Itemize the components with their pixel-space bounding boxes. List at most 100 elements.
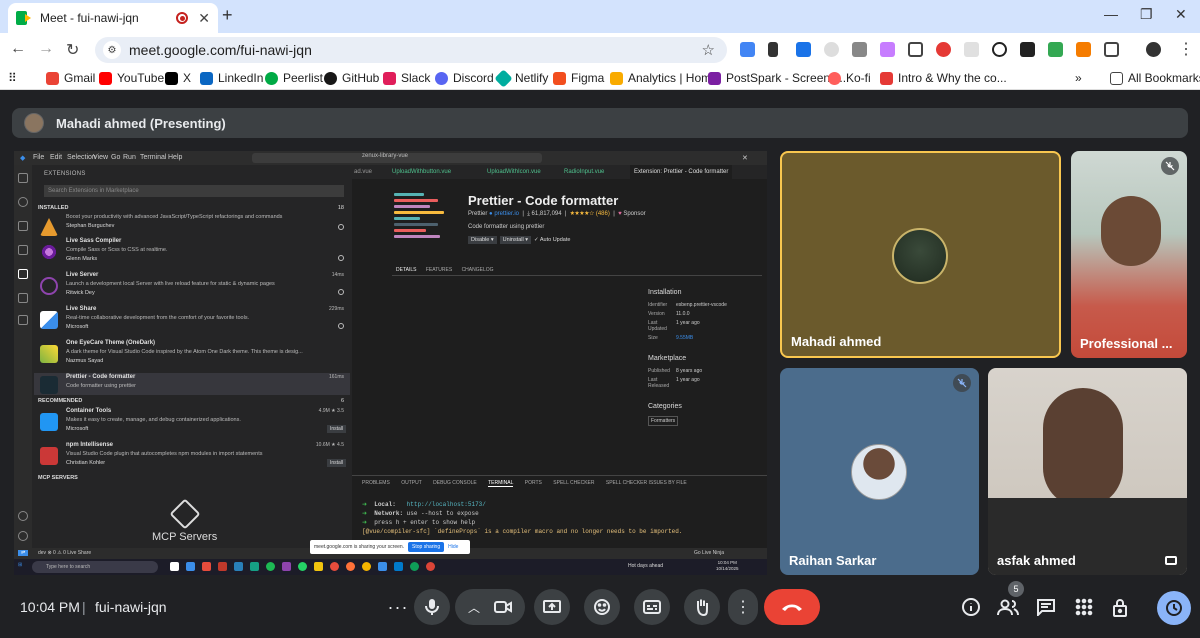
meet-favicon-icon [16, 11, 32, 25]
bookmark-peerlist[interactable]: Peerlist [265, 71, 323, 85]
window-close-button[interactable]: ✕ [1175, 6, 1187, 23]
info-icon [962, 598, 980, 616]
account-icon [18, 511, 28, 521]
participant-tile[interactable]: Professional ... [1071, 151, 1187, 358]
participant-tile[interactable]: Raihan Sarkar [780, 368, 979, 575]
restore-button[interactable]: ❐ [1140, 6, 1153, 23]
raise-hand-button[interactable] [684, 589, 720, 625]
explorer-icon [18, 173, 28, 183]
profile-avatar-icon[interactable] [1146, 42, 1161, 57]
browser-tab[interactable]: Meet - fui-nawi-jqn ✕ [8, 3, 218, 33]
record-extension-icon[interactable] [936, 42, 951, 57]
camera-button[interactable]: ︿ [455, 589, 525, 625]
figma-icon [553, 71, 566, 85]
eyedropper-extension-icon[interactable] [768, 42, 778, 57]
meeting-timer-button[interactable] [1157, 591, 1191, 625]
capture-extension-icon[interactable] [908, 42, 923, 57]
participant-name: asfak ahmed [997, 553, 1076, 568]
more-options-button[interactable]: ⋮ [728, 589, 758, 625]
mcp-logo-icon [169, 498, 201, 530]
host-controls-button[interactable] [1108, 594, 1134, 620]
pen-extension-icon[interactable] [880, 42, 895, 57]
site-info-icon[interactable]: ⚙ [103, 41, 121, 59]
app-icon [282, 562, 291, 571]
ellipsis-icon: ··· [387, 596, 409, 617]
camera-extension-icon[interactable] [852, 42, 867, 57]
bookmark-netlify[interactable]: Netlify [494, 68, 548, 88]
extension-item: Container Tools 4.9M ★ 3.5 Makes it easy… [34, 407, 350, 439]
vscode-close-icon: ✕ [742, 155, 748, 162]
pip-icon[interactable] [1165, 556, 1177, 565]
extensions-puzzle-icon[interactable] [1104, 42, 1119, 57]
participant-tile[interactable]: asfak ahmed [988, 368, 1187, 575]
new-tab-button[interactable]: + [222, 5, 233, 26]
url-text: meet.google.com/fui-nawi-jqn [129, 42, 312, 58]
minimize-button[interactable]: — [1104, 6, 1118, 22]
check-extension-icon[interactable] [992, 42, 1007, 57]
bookmark-x[interactable]: X [165, 71, 191, 85]
extension-item: Live Sass Compiler Compile Sass or Scss … [34, 237, 350, 269]
bookmark-star-icon[interactable]: ☆ [702, 41, 715, 59]
docs-extension-icon[interactable] [796, 42, 811, 57]
bookmark-figma[interactable]: Figma [553, 71, 604, 85]
clock-icon [1166, 600, 1182, 616]
image-extension-icon[interactable] [1020, 42, 1035, 57]
present-screen-button[interactable] [534, 589, 570, 625]
reactions-button[interactable] [584, 589, 620, 625]
bookmark-slack[interactable]: Slack [383, 71, 430, 85]
extension-icon[interactable] [824, 42, 839, 57]
people-button[interactable] [995, 594, 1021, 620]
bookmark-analytics[interactable]: Analytics | Home [610, 71, 718, 85]
kofi-icon [828, 71, 841, 85]
grid-extension-icon[interactable] [1076, 42, 1091, 57]
back-arrow-icon[interactable]: ← [10, 40, 26, 58]
discord-icon [435, 71, 448, 85]
vscode-logo-icon: ◆ [20, 155, 26, 162]
bookmarks-bar: ⠿ Gmail YouTube X LinkedIn Peerlist GitH… [0, 67, 1200, 90]
captions-button[interactable] [634, 589, 670, 625]
bookmark-linkedin[interactable]: LinkedIn [200, 71, 263, 85]
tab-close-icon[interactable]: ✕ [198, 10, 210, 27]
presenter-bar: Mahadi ahmed (Presenting) [12, 108, 1188, 138]
cursor-extension-icon[interactable] [1048, 42, 1063, 57]
prettier-logo-icon [394, 193, 450, 249]
chevron-up-icon[interactable]: ︿ [468, 599, 480, 616]
address-bar[interactable]: ⚙ meet.google.com/fui-nawi-jqn ☆ [95, 37, 727, 63]
bookmark-kofi[interactable]: Ko-fi [828, 71, 871, 85]
installed-section: INSTALLED [38, 205, 69, 211]
kp-icon [880, 71, 893, 85]
apps-grid-icon[interactable]: ⠿ [8, 71, 17, 85]
extension-meta: Prettier ● prettier.io | ⤓ 61,817,094 | … [468, 211, 646, 217]
bookmark-postspark[interactable]: PostSpark - Screens... [708, 71, 846, 85]
bookmark-gmail[interactable]: Gmail [46, 71, 95, 85]
more-options-small-button[interactable]: ··· [380, 589, 416, 625]
leave-call-button[interactable] [764, 589, 820, 625]
forward-arrow-icon[interactable]: → [38, 40, 54, 58]
menu-kebab-icon[interactable]: ⋮ [1178, 39, 1194, 59]
participant-name: Mahadi ahmed [791, 334, 882, 349]
remote-icon [18, 293, 28, 303]
menu-terminal: Terminal [140, 154, 167, 161]
chrome-icon [362, 562, 371, 571]
more-bookmarks-button[interactable]: » [1075, 71, 1082, 85]
bookmark-github[interactable]: GitHub [324, 71, 379, 85]
detail-divider [392, 275, 762, 276]
participant-tile-active-speaker[interactable]: Mahadi ahmed [780, 151, 1061, 358]
translate-extension-icon[interactable] [740, 42, 755, 57]
bookmark-discord[interactable]: Discord [435, 71, 494, 85]
meeting-info-button[interactable] [958, 594, 984, 620]
chat-button[interactable] [1033, 594, 1059, 620]
bookmark-youtube[interactable]: YouTube [99, 71, 164, 85]
microphone-button[interactable] [414, 589, 450, 625]
windows-taskbar: ⊞ Type here to search Hot days ahead 10:… [14, 559, 767, 575]
muted-mic-icon [953, 374, 971, 392]
extension-item: Live Server 14ms Launch a development lo… [34, 271, 350, 303]
activities-button[interactable] [1071, 594, 1097, 620]
extension-icon-2[interactable] [964, 42, 979, 57]
presenter-avatar [24, 113, 44, 133]
bookmark-intro[interactable]: Intro & Why the co... [880, 71, 1007, 85]
reload-icon[interactable]: ↻ [66, 40, 79, 60]
eye-icon [40, 243, 58, 261]
all-bookmarks-button[interactable]: All Bookmarks [1110, 71, 1200, 85]
people-icon [997, 599, 1019, 616]
